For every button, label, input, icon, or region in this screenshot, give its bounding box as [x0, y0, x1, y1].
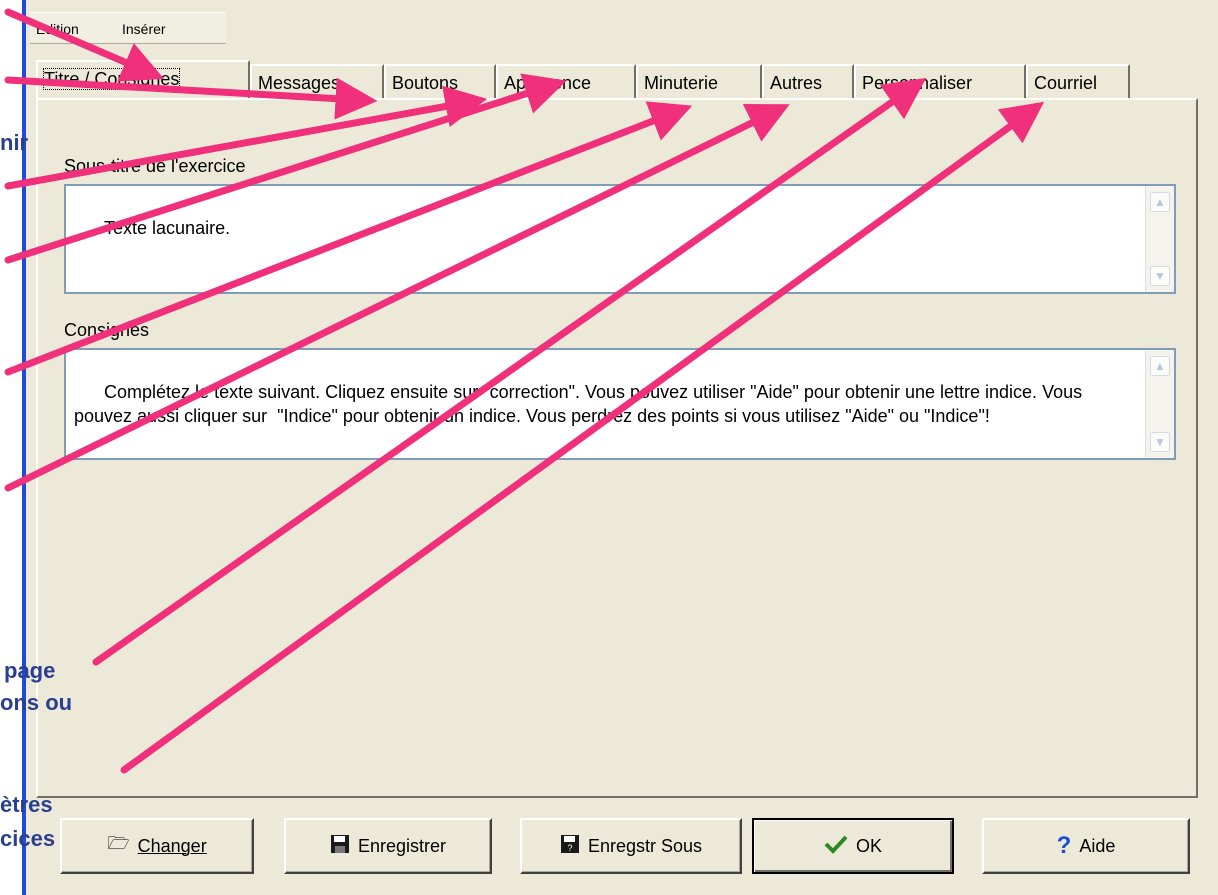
tab-apparence[interactable]: Apparence [496, 64, 636, 98]
annotation-text-2: page [4, 658, 56, 683]
changer-label: Changer [137, 835, 207, 856]
tab-panel: Sous-titre de l'exercice Texte lacunaire… [36, 98, 1198, 798]
subtitle-scrollbar[interactable]: ▲ ▼ [1145, 186, 1174, 292]
annotation-text-4: ètres [0, 792, 53, 817]
menu-bar: Edition Insérer [30, 12, 226, 44]
svg-text:?: ? [567, 843, 572, 853]
instructions-textarea[interactable]: Complétez le texte suivant. Cliquez ensu… [64, 348, 1176, 460]
subtitle-textarea[interactable]: Texte lacunaire. ▲ ▼ [64, 184, 1176, 294]
tab-label: Titre / Consignes [42, 68, 181, 90]
scroll-down-icon[interactable]: ▼ [1150, 266, 1170, 286]
checkmark-icon [824, 834, 848, 859]
changer-button[interactable]: 🗁 Changer [60, 818, 254, 874]
subtitle-text: Texte lacunaire. [104, 218, 231, 238]
enregistrer-button[interactable]: Enregistrer [284, 818, 492, 874]
annotation-text-5: cices [0, 826, 56, 851]
aide-button[interactable]: ? Aide [982, 818, 1190, 874]
help-question-icon: ? [1056, 832, 1072, 859]
tab-autres[interactable]: Autres [762, 64, 854, 98]
aide-label: Aide [1079, 835, 1116, 856]
folder-icon: 🗁 [107, 833, 130, 853]
tab-courriel[interactable]: Courriel [1026, 64, 1130, 98]
menu-edition[interactable]: Edition [36, 21, 79, 37]
enregistrer-sous-button[interactable]: ? Enregstr Sous [520, 818, 742, 874]
ok-label: OK [855, 835, 882, 856]
subtitle-label: Sous-titre de l'exercice [64, 156, 246, 176]
floppy-disk-icon [330, 834, 350, 859]
tab-messages[interactable]: Messages [250, 64, 384, 98]
tab-titre-consignes[interactable]: Titre / Consignes [36, 60, 250, 100]
save-as-icon: ? [560, 834, 580, 859]
instructions-label: Consignes [64, 320, 150, 340]
instructions-scrollbar[interactable]: ▲ ▼ [1145, 350, 1174, 458]
scroll-up-icon[interactable]: ▲ [1150, 356, 1170, 376]
instructions-text: Complétez le texte suivant. Cliquez ensu… [74, 382, 1088, 426]
annotation-text-1: nir [0, 130, 29, 155]
tab-personnaliser[interactable]: Personnaliser [854, 64, 1026, 98]
tab-minuterie[interactable]: Minuterie [636, 64, 762, 98]
enregistrer-label: Enregistrer [357, 835, 447, 856]
menu-inserer[interactable]: Insérer [122, 21, 166, 37]
scroll-down-icon[interactable]: ▼ [1150, 432, 1170, 452]
scroll-up-icon[interactable]: ▲ [1150, 192, 1170, 212]
annotation-text-3: ons ou [0, 690, 73, 715]
options-dialog: Edition Insérer Titre / Consignes Messag… [22, 0, 1218, 895]
tab-boutons[interactable]: Boutons [384, 64, 496, 98]
enregistrer-sous-label: Enregstr Sous [587, 835, 703, 856]
ok-button[interactable]: OK [752, 818, 954, 874]
